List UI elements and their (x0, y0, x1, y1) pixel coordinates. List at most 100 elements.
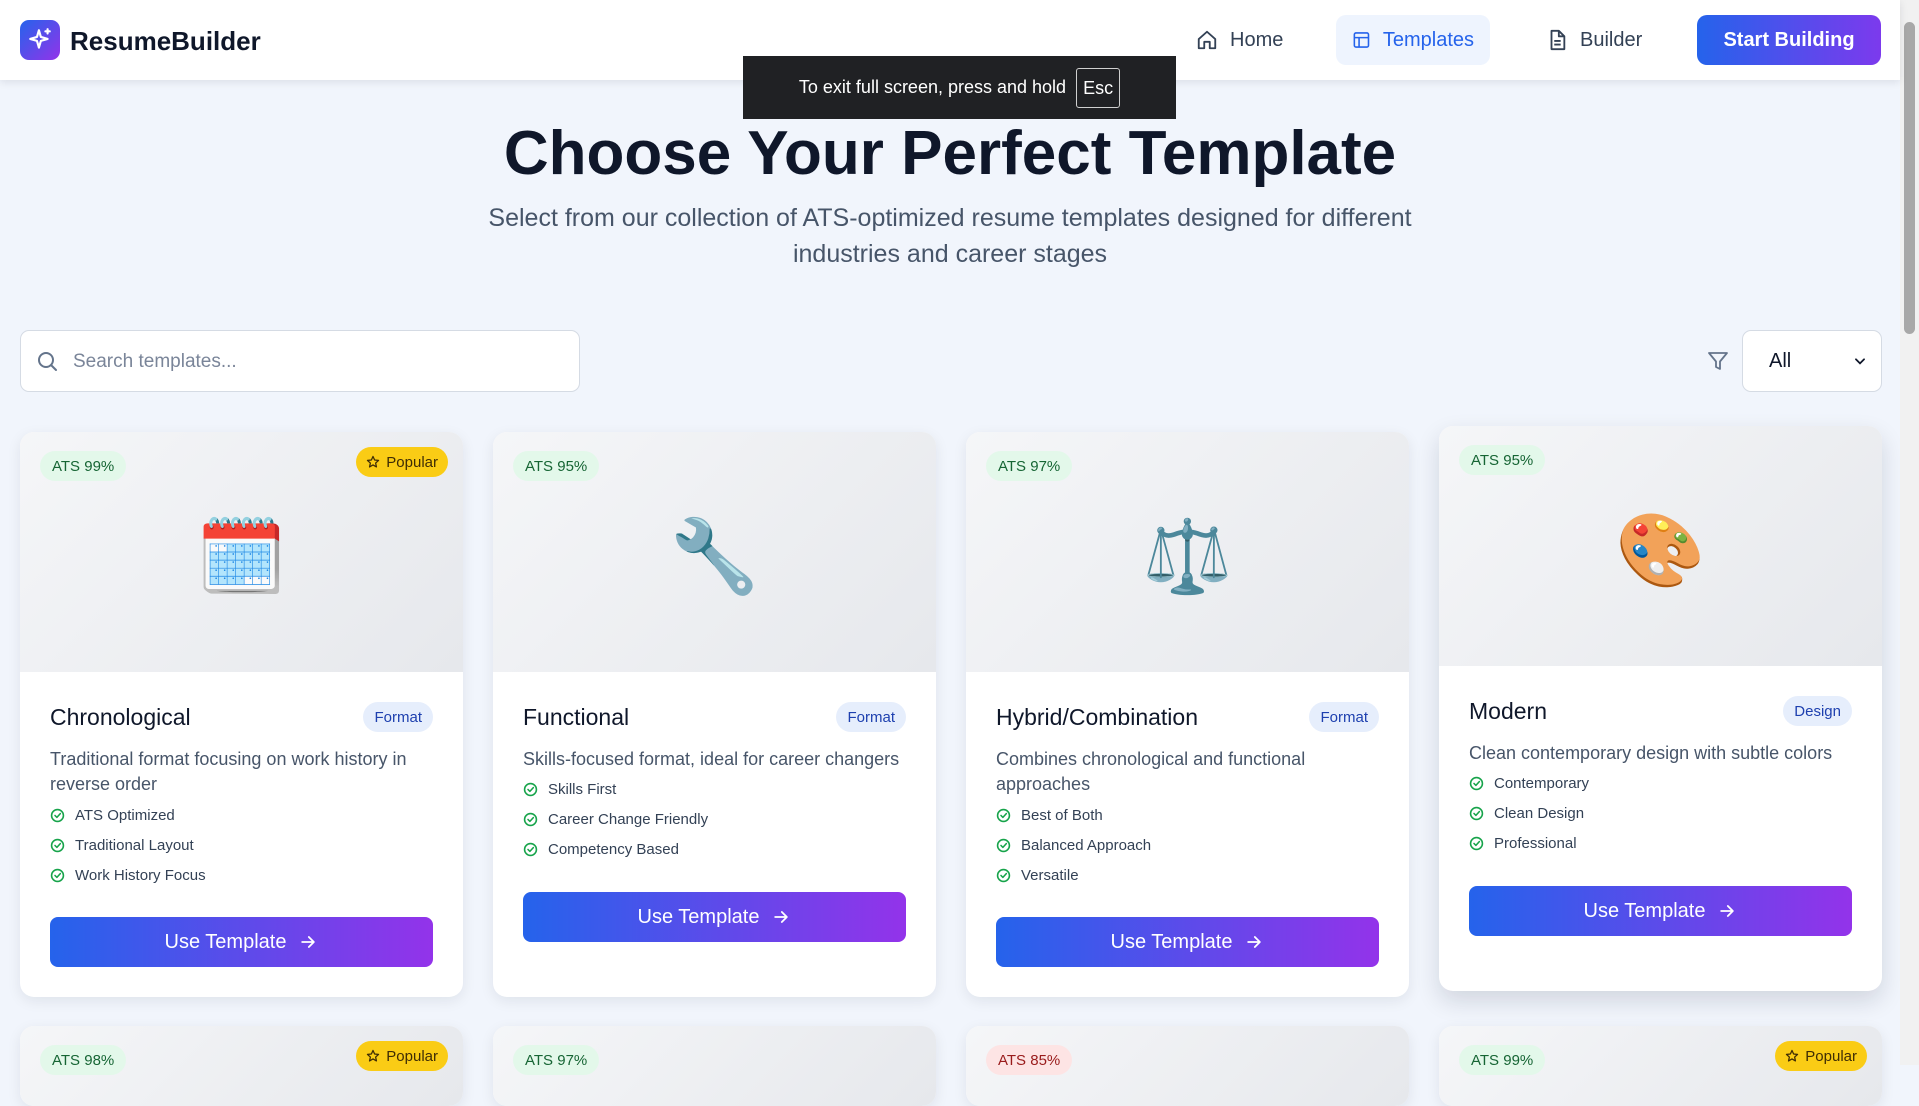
popular-badge: Popular (356, 1041, 448, 1071)
nav-link-home[interactable]: Home (1180, 15, 1306, 65)
feature-label: Work History Focus (75, 866, 206, 884)
home-icon (1197, 30, 1217, 50)
template-preview: ATS 99% Popular 🗓️ (20, 432, 463, 672)
feature-label: Competency Based (548, 840, 679, 858)
template-card-modern[interactable]: ATS 95% 🎨 Modern Design Clean contempora… (1439, 426, 1882, 991)
check-circle-icon (523, 842, 538, 856)
balance-scale-icon: ⚖️ (1142, 517, 1233, 597)
template-title: Functional (523, 704, 630, 730)
ats-score-badge: ATS 85% (986, 1045, 1073, 1075)
template-preview: ATS 97% (493, 1026, 936, 1106)
template-description: Combines chronological and functional ap… (996, 749, 1306, 794)
feature-item: Contemporary (1469, 768, 1589, 798)
brand-name[interactable]: ResumeBuilder (70, 26, 261, 57)
star-icon (1786, 1049, 1799, 1062)
nav-link-label: Templates (1382, 28, 1474, 51)
page-title: Choose Your Perfect Template (503, 119, 1397, 188)
select-value: All (1769, 349, 1792, 372)
check-circle-icon (1469, 776, 1484, 790)
scrollbar-thumb[interactable] (1904, 22, 1915, 334)
template-preview: ATS 99% Popular (1439, 1026, 1882, 1106)
template-title: Chronological (50, 704, 191, 730)
feature-label: Traditional Layout (75, 836, 194, 854)
template-description: Skills-focused format, ideal for career … (523, 749, 900, 769)
ats-score-badge: ATS 95% (513, 451, 600, 481)
feature-label: Balanced Approach (1021, 836, 1152, 854)
star-icon (367, 1049, 380, 1062)
template-description: Clean contemporary design with subtle co… (1469, 743, 1833, 763)
template-card[interactable]: ATS 98% Popular (20, 1026, 463, 1106)
sparkles-logo-icon[interactable] (20, 20, 60, 60)
palette-icon: 🎨 (1615, 511, 1706, 591)
ats-score-badge: ATS 99% (40, 451, 127, 481)
template-card-functional[interactable]: ATS 95% 🔧 Functional Format Skills-focus… (493, 432, 936, 997)
use-template-button[interactable]: Use Template (996, 917, 1379, 967)
nav-link-label: Home (1230, 28, 1284, 51)
page-subtitle: Select from our collection of ATS-optimi… (488, 204, 1412, 268)
use-template-button[interactable]: Use Template (50, 917, 433, 967)
feature-item: Clean Design (1469, 798, 1589, 828)
check-circle-icon (523, 812, 538, 826)
arrow-right-icon (1247, 936, 1262, 948)
search-icon (38, 352, 57, 371)
check-circle-icon (1469, 836, 1484, 850)
feature-label: Versatile (1021, 866, 1079, 884)
use-template-button[interactable]: Use Template (523, 892, 906, 942)
template-card[interactable]: ATS 99% Popular (1439, 1026, 1882, 1106)
feature-label: ATS Optimized (75, 806, 175, 824)
arrow-right-icon (301, 936, 316, 948)
ats-score-badge: ATS 98% (40, 1045, 127, 1075)
arrow-right-icon (774, 911, 789, 923)
feature-item: Competency Based (523, 834, 708, 864)
nav-link-builder[interactable]: Builder (1530, 15, 1660, 65)
feature-item: Professional (1469, 828, 1589, 858)
ats-score-badge: ATS 99% (1459, 1045, 1546, 1075)
filter-icon (1708, 352, 1728, 370)
popular-badge: Popular (356, 447, 448, 477)
template-preview: ATS 95% 🔧 (493, 432, 936, 672)
template-card-hybrid[interactable]: ATS 97% ⚖️ Hybrid/Combination Format Com… (966, 432, 1409, 997)
feature-item: Career Change Friendly (523, 804, 708, 834)
file-text-icon (1550, 29, 1566, 51)
category-tag: Format (363, 702, 433, 732)
ats-score-badge: ATS 97% (513, 1045, 600, 1075)
feature-label: Professional (1494, 834, 1577, 852)
use-template-label: Use Template (1583, 899, 1706, 922)
start-building-button[interactable]: Start Building (1697, 15, 1881, 65)
feature-label: Skills First (548, 780, 617, 798)
search-box[interactable] (20, 330, 580, 392)
feature-item: Versatile (996, 860, 1151, 890)
check-circle-icon (523, 782, 538, 796)
chevron-down-icon (1855, 358, 1865, 365)
popular-label: Popular (386, 1047, 438, 1065)
category-tag: Format (1309, 702, 1379, 732)
ats-score-badge: ATS 97% (986, 451, 1073, 481)
template-card-chronological[interactable]: ATS 99% Popular 🗓️ Chronological Format … (20, 432, 463, 997)
category-filter-select[interactable]: All (1742, 330, 1882, 392)
check-circle-icon (1469, 806, 1484, 820)
template-card[interactable]: ATS 85% (966, 1026, 1409, 1106)
feature-label: Career Change Friendly (548, 810, 709, 828)
feature-label: Contemporary (1494, 774, 1590, 792)
ats-score-badge: ATS 95% (1459, 445, 1546, 475)
search-input[interactable] (71, 341, 565, 383)
feature-item: ATS Optimized (50, 800, 206, 830)
feature-list: Best of Both Balanced Approach Versatile (996, 800, 1151, 890)
check-circle-icon (50, 838, 65, 852)
use-template-label: Use Template (1110, 930, 1233, 953)
fullscreen-exit-notice: To exit full screen, press and hold Esc (743, 56, 1176, 119)
popular-label: Popular (386, 453, 438, 471)
feature-item: Balanced Approach (996, 830, 1151, 860)
category-tag: Design (1783, 696, 1852, 726)
layout-icon (1353, 32, 1370, 48)
template-title: Hybrid/Combination (996, 704, 1198, 730)
template-preview: ATS 85% (966, 1026, 1409, 1106)
feature-label: Best of Both (1021, 806, 1103, 824)
nav-link-templates[interactable]: Templates (1336, 15, 1490, 65)
use-template-button[interactable]: Use Template (1469, 886, 1852, 936)
feature-item: Traditional Layout (50, 830, 206, 860)
template-card[interactable]: ATS 97% (493, 1026, 936, 1106)
arrow-right-icon (1720, 905, 1735, 917)
template-preview: ATS 98% Popular (20, 1026, 463, 1106)
feature-label: Clean Design (1494, 804, 1585, 822)
